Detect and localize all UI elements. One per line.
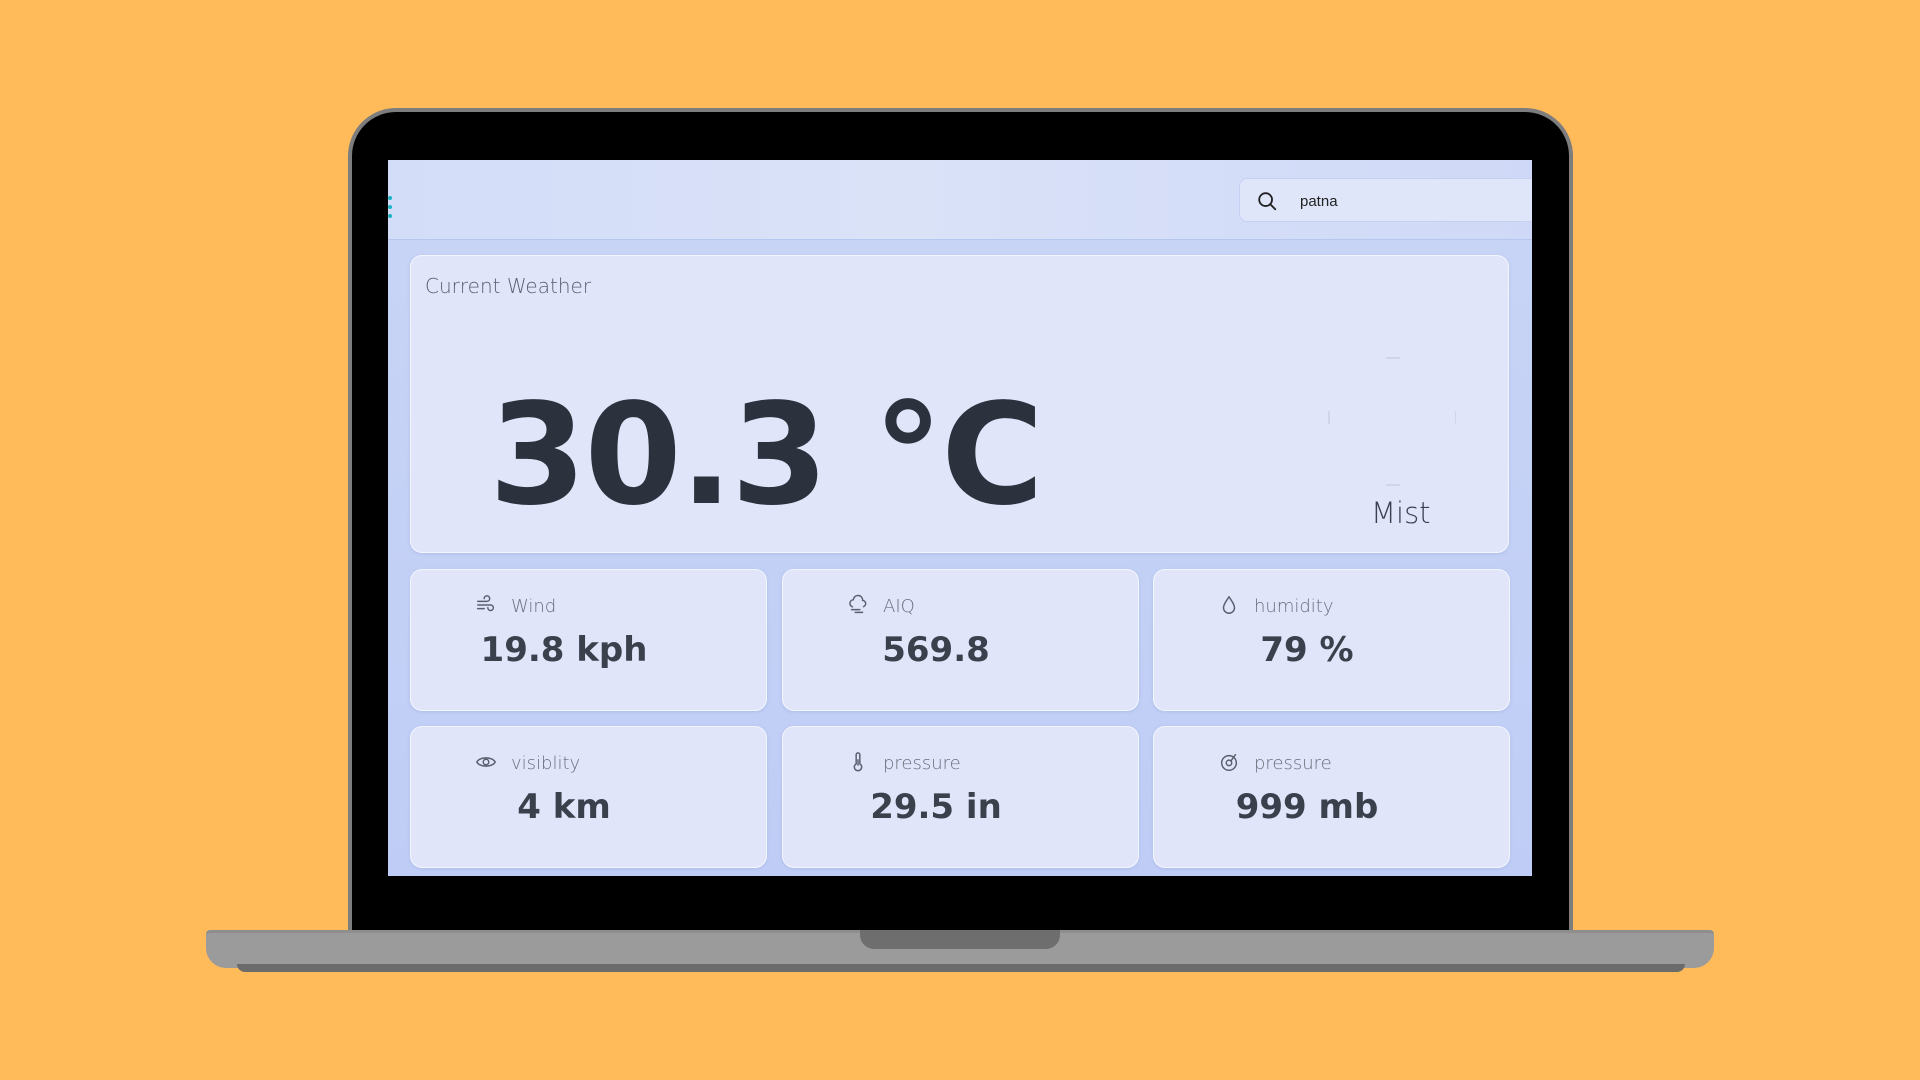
search-box[interactable] <box>1239 178 1532 222</box>
wind-card: Wind 19.8 kph <box>410 569 767 711</box>
eye-icon <box>476 757 496 767</box>
pressure-in-value: 29.5 in <box>870 787 1002 827</box>
pressure-mb-label: pressure <box>1254 753 1332 774</box>
laptop-base-edge <box>237 964 1685 972</box>
current-weather-card: Current Weather 30.3 °C Mist <box>410 255 1509 553</box>
wind-value: 19.8 kph <box>480 630 648 670</box>
pressure-in-label: pressure <box>883 753 961 774</box>
pressure-in-card: pressure 29.5 in <box>782 726 1139 868</box>
search-icon[interactable] <box>1256 190 1278 212</box>
laptop-notch <box>860 930 1060 949</box>
pressure-mb-card: pressure 999 mb <box>1153 726 1510 868</box>
card-title: Current Weather <box>425 274 592 298</box>
wind-icon <box>477 595 495 612</box>
menu-button[interactable] <box>388 196 393 218</box>
aiq-value: 569.8 <box>882 630 990 670</box>
aiq-card: AIQ 569.8 <box>782 569 1139 711</box>
wind-label: Wind <box>511 596 557 617</box>
search-input[interactable] <box>1300 187 1520 215</box>
humidity-label: humidity <box>1254 596 1334 617</box>
visibility-card: visiblity 4 km <box>410 726 767 868</box>
weather-condition: Mist <box>1371 496 1431 530</box>
cloud-icon <box>849 594 867 614</box>
aiq-label: AIQ <box>883 596 915 617</box>
droplet-icon <box>1222 596 1236 614</box>
mist-icon <box>1328 357 1456 486</box>
visibility-value: 4 km <box>517 787 611 827</box>
temperature-value: 30.3 °C <box>489 374 1044 537</box>
thermometer-icon <box>853 752 863 772</box>
scene: Current Weather 30.3 °C Mist Wind 19.8 k… <box>0 0 1920 1080</box>
top-bar <box>388 160 1532 240</box>
pressure-mb-value: 999 mb <box>1235 787 1379 827</box>
gauge-icon <box>1220 753 1238 771</box>
app-screen: Current Weather 30.3 °C Mist Wind 19.8 k… <box>388 160 1532 876</box>
humidity-value: 79 % <box>1260 630 1354 670</box>
visibility-label: visiblity <box>511 753 581 774</box>
humidity-card: humidity 79 % <box>1153 569 1510 711</box>
